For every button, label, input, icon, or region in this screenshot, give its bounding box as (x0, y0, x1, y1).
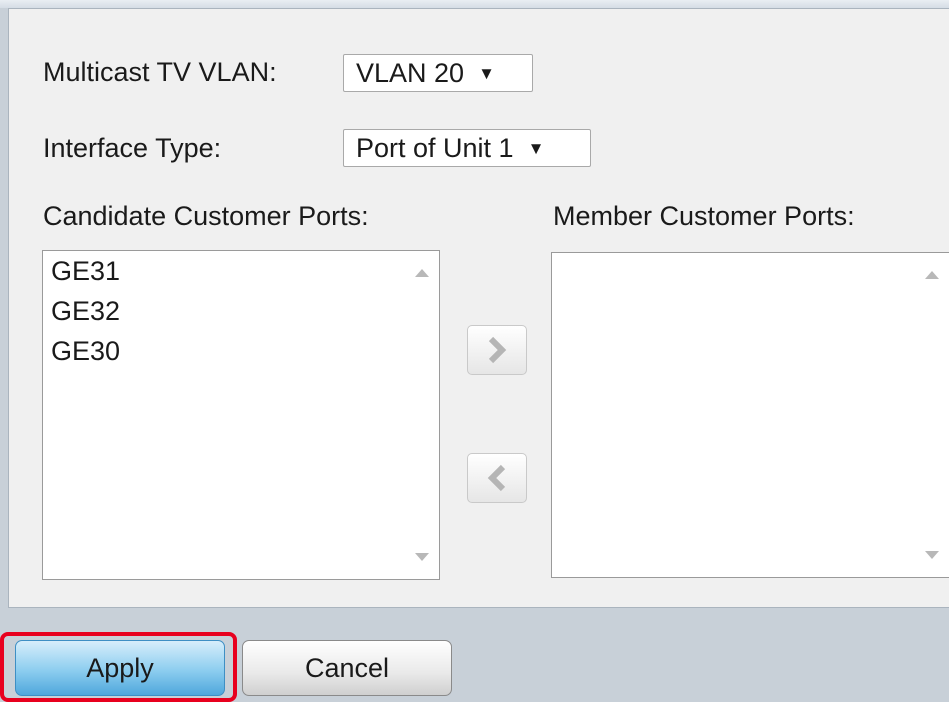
list-item[interactable]: GE32 (43, 291, 120, 331)
interface-type-label: Interface Type: (43, 133, 222, 163)
candidate-ports-listbox[interactable]: GE31 GE32 GE30 (42, 250, 440, 580)
member-ports-listbox[interactable] (551, 252, 949, 578)
chevron-right-icon (488, 336, 507, 364)
cancel-button[interactable]: Cancel (242, 640, 452, 696)
member-ports-label: Member Customer Ports: (553, 201, 855, 231)
multicast-tv-vlan-label: Multicast TV VLAN: (43, 57, 277, 87)
apply-button[interactable]: Apply (15, 640, 225, 696)
add-to-member-button[interactable] (467, 325, 527, 375)
dropdown-arrow-icon: ▼ (478, 64, 495, 83)
candidate-scrollbar[interactable] (405, 251, 439, 579)
top-edge (0, 0, 949, 8)
scroll-down-icon[interactable] (415, 553, 429, 561)
candidate-ports-list: GE31 GE32 GE30 (43, 251, 120, 371)
multicast-tv-vlan-value: VLAN 20 (356, 58, 465, 88)
scroll-up-icon[interactable] (925, 271, 939, 279)
chevron-left-icon (487, 464, 506, 492)
list-item[interactable]: GE31 (43, 251, 120, 291)
member-scrollbar[interactable] (915, 253, 949, 577)
scroll-up-icon[interactable] (415, 269, 429, 277)
interface-type-value: Port of Unit 1 (356, 133, 514, 163)
interface-type-select[interactable]: Port of Unit 1 ▼ (343, 129, 591, 167)
scroll-down-icon[interactable] (925, 551, 939, 559)
remove-from-member-button[interactable] (467, 453, 527, 503)
dropdown-arrow-icon: ▼ (527, 139, 545, 158)
candidate-ports-label: Candidate Customer Ports: (43, 201, 369, 231)
list-item[interactable]: GE30 (43, 331, 120, 371)
multicast-tv-vlan-select[interactable]: VLAN 20 ▼ (343, 54, 533, 92)
